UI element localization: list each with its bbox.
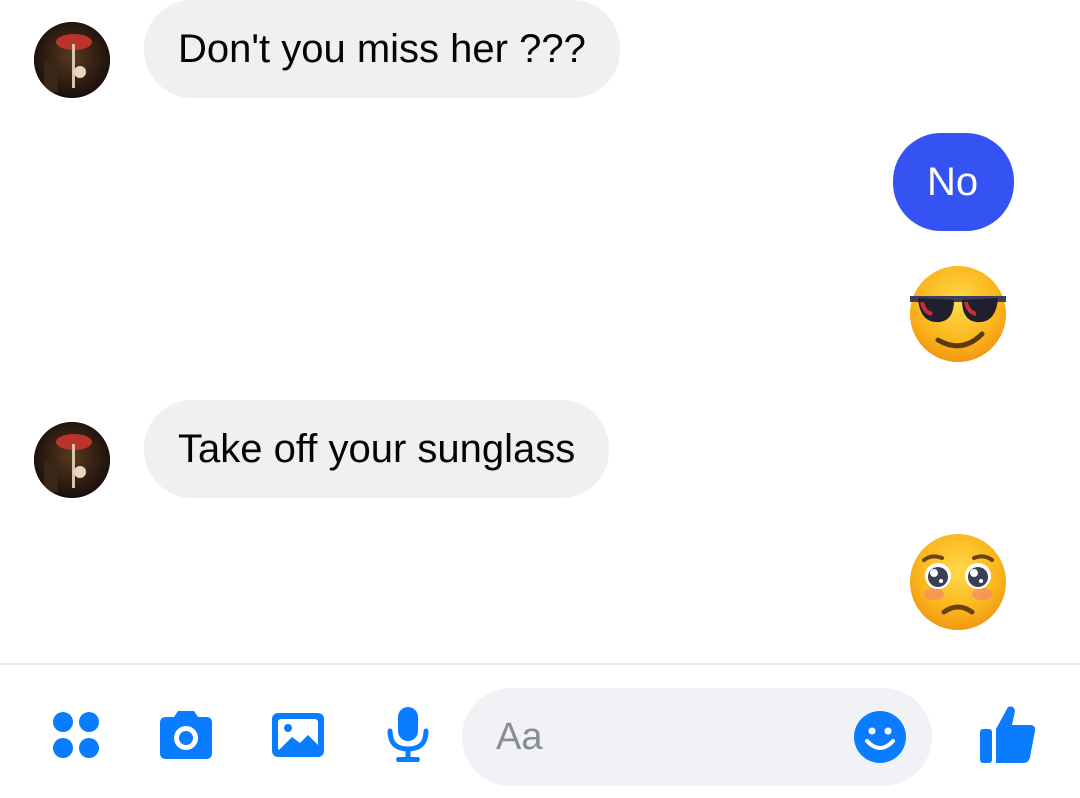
incoming-message[interactable]: Don't you miss her ??? xyxy=(144,0,620,98)
message-text: No xyxy=(927,160,979,204)
contact-avatar[interactable] xyxy=(34,22,110,98)
chat-screen: Don't you miss her ??? No Take off your … xyxy=(0,0,1080,798)
pleading-face-icon[interactable] xyxy=(906,530,1010,634)
gallery-icon[interactable] xyxy=(270,711,326,759)
message-composer[interactable] xyxy=(462,688,932,786)
message-toolbar xyxy=(0,665,1080,798)
emoji-icon[interactable] xyxy=(852,709,908,765)
menu-dots-icon[interactable] xyxy=(50,709,102,761)
message-input[interactable] xyxy=(496,688,836,786)
contact-avatar[interactable] xyxy=(34,422,110,498)
microphone-icon[interactable] xyxy=(386,705,430,765)
message-text: Take off your sunglass xyxy=(178,427,576,471)
message-text: Don't you miss her ??? xyxy=(178,27,586,71)
smiling-face-with-sunglasses-icon[interactable] xyxy=(906,262,1010,366)
like-icon[interactable] xyxy=(978,703,1038,765)
outgoing-message[interactable]: No xyxy=(893,133,1014,231)
camera-icon[interactable] xyxy=(156,709,216,761)
incoming-message[interactable]: Take off your sunglass xyxy=(144,400,610,498)
